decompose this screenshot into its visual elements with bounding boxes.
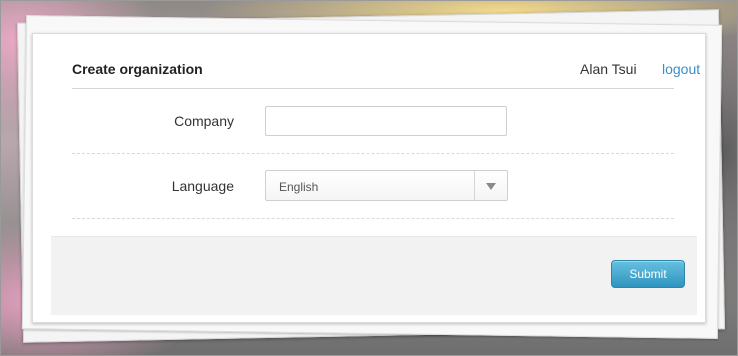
logout-link[interactable]: logout <box>662 61 700 77</box>
user-name: Alan Tsui <box>580 61 637 77</box>
company-input[interactable] <box>265 106 507 136</box>
language-label: Language <box>171 178 234 194</box>
language-row: Language English <box>72 153 674 219</box>
create-organization-dialog: Create organization Alan Tsui logout Com… <box>32 33 706 323</box>
company-row: Company <box>72 88 674 154</box>
dialog-header: Create organization Alan Tsui logout <box>72 34 700 89</box>
company-label: Company <box>174 113 234 129</box>
select-divider <box>474 171 475 200</box>
page-title: Create organization <box>72 61 203 77</box>
language-selected-value: English <box>279 180 319 194</box>
dialog-footer: Submit <box>51 236 697 315</box>
language-select[interactable]: English <box>265 170 508 201</box>
submit-button[interactable]: Submit <box>611 260 685 288</box>
chevron-down-icon[interactable] <box>486 183 496 190</box>
